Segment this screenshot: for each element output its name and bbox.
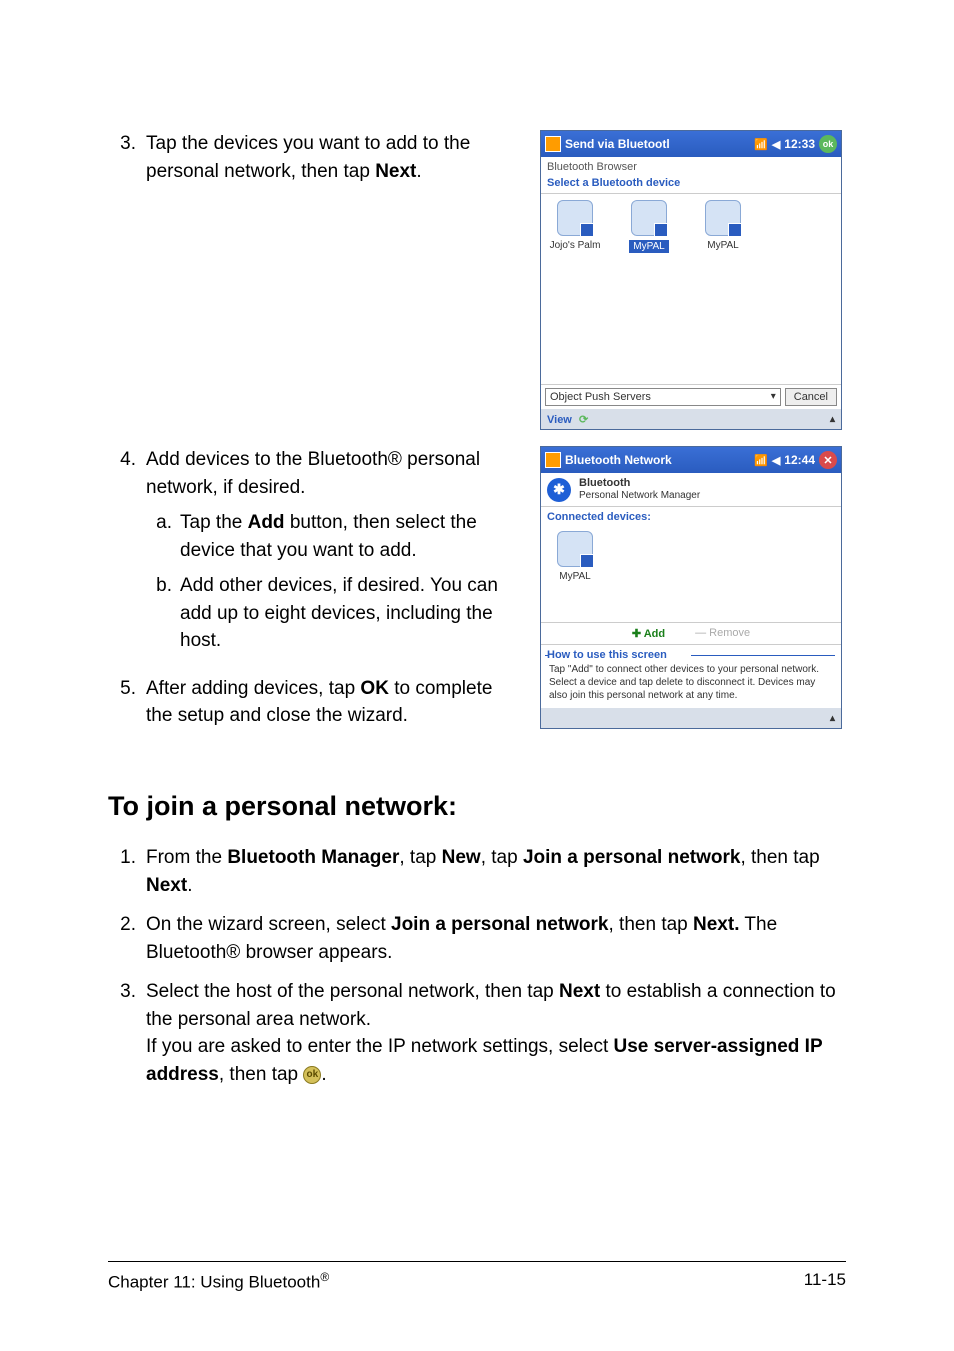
pda2-time: 12:44 — [784, 453, 815, 467]
join-1-num: 1. — [108, 844, 146, 899]
connected-devices-label: Connected devices: — [541, 507, 841, 527]
pda1-titlebar: Send via Bluetootl 📶 ◀ 12:33 ok — [541, 131, 841, 157]
j1-t4: , then tap — [740, 847, 819, 868]
pda2-titlebar: Bluetooth Network 📶 ◀ 12:44 ✕ — [541, 447, 841, 473]
step-4a-before: Tap the — [180, 512, 248, 533]
ok-icon: ok — [303, 1066, 321, 1084]
device-label: MyPAL — [707, 240, 739, 251]
signal-icon: 📶 — [754, 454, 768, 467]
footer-page-number: 11-15 — [804, 1270, 846, 1293]
speaker-icon: ◀ — [772, 454, 780, 467]
device-icon — [557, 531, 593, 567]
join-heading: To join a personal network: — [108, 791, 846, 822]
page-footer: Chapter 11: Using Bluetooth® 11-15 — [108, 1261, 846, 1293]
signal-icon: 📶 — [754, 138, 768, 151]
footer-reg: ® — [320, 1270, 329, 1284]
step-4b: b. Add other devices, if desired. You ca… — [146, 572, 516, 655]
step-4: 4. Add devices to the Bluetooth® persona… — [108, 446, 516, 663]
j3-t1: Select the host of the personal network,… — [146, 981, 559, 1002]
view-menu[interactable]: View — [547, 414, 572, 426]
device-icon — [631, 200, 667, 236]
j2-b1: Join a personal network — [391, 914, 609, 935]
step-5-num: 5. — [108, 675, 146, 730]
ok-button[interactable]: ok — [819, 135, 837, 153]
remove-button: Remove — [695, 627, 750, 640]
j1-t3: , tap — [481, 847, 523, 868]
j1-b2: New — [442, 847, 481, 868]
screenshot-personal-network-manager: Bluetooth Network 📶 ◀ 12:44 ✕ ✱ Bluetoot… — [540, 446, 842, 729]
join-step-2: 2. On the wizard screen, select Join a p… — [108, 911, 846, 966]
j2-t1: On the wizard screen, select — [146, 914, 391, 935]
j2-b2: Next. — [693, 914, 739, 935]
step-4b-num: b. — [146, 572, 180, 655]
step-3-num: 3. — [108, 130, 146, 185]
pda2-header-title: Bluetooth — [579, 477, 630, 489]
add-button[interactable]: Add — [632, 627, 665, 640]
pda2-header: ✱ Bluetooth Personal Network Manager — [541, 473, 841, 507]
pda2-title: Bluetooth Network — [565, 453, 750, 467]
j2-t2: , then tap — [609, 914, 694, 935]
refresh-icon[interactable]: ⟳ — [579, 414, 588, 426]
start-flag-icon — [545, 452, 561, 468]
step-4a-bold: Add — [248, 512, 285, 533]
device-label: MyPAL — [629, 240, 669, 253]
step-3-after: . — [416, 161, 421, 182]
pda2-header-sub: Personal Network Manager — [579, 490, 700, 501]
j1-t5: . — [187, 875, 192, 896]
device-mypal-2[interactable]: MyPAL — [695, 200, 751, 251]
step-5-bold: OK — [360, 678, 389, 699]
howto-heading: How to use this screen — [541, 645, 841, 661]
device-icon — [557, 200, 593, 236]
j1-t1: From the — [146, 847, 227, 868]
join-step-3: 3. Select the host of the personal netwo… — [108, 978, 846, 1088]
device-label: Jojo's Palm — [550, 240, 601, 251]
screenshot-bluetooth-browser: Send via Bluetootl 📶 ◀ 12:33 ok Bluetoot… — [540, 130, 842, 430]
speaker-icon: ◀ — [772, 138, 780, 151]
j1-b3: Join a personal network — [523, 847, 741, 868]
j1-t2: , tap — [399, 847, 441, 868]
step-5: 5. After adding devices, tap OK to compl… — [108, 675, 516, 730]
j3-l2-t1: If you are asked to enter the IP network… — [146, 1036, 614, 1057]
step-4b-text: Add other devices, if desired. You can a… — [180, 572, 516, 655]
pda1-title: Send via Bluetootl — [565, 137, 750, 151]
j1-b1: Bluetooth Manager — [227, 847, 399, 868]
device-mypal-selected[interactable]: MyPAL — [621, 200, 677, 253]
sip-arrow-icon[interactable]: ▴ — [830, 414, 835, 425]
j3-b1: Next — [559, 981, 600, 1002]
pda1-device-list: Jojo's Palm MyPAL MyPAL — [541, 194, 841, 384]
pda1-select-link[interactable]: Select a Bluetooth device — [541, 177, 841, 194]
step-4-num: 4. — [108, 446, 146, 663]
j3-l2-t2: , then tap — [219, 1064, 304, 1085]
start-flag-icon — [545, 136, 561, 152]
pda1-time: 12:33 — [784, 137, 815, 151]
bluetooth-icon: ✱ — [547, 478, 571, 502]
join-2-num: 2. — [108, 911, 146, 966]
join-step-1: 1. From the Bluetooth Manager, tap New, … — [108, 844, 846, 899]
step-3-bold: Next — [375, 161, 416, 182]
device-label: MyPAL — [559, 571, 591, 582]
device-icon — [705, 200, 741, 236]
cancel-button[interactable]: Cancel — [785, 388, 837, 406]
step-5-before: After adding devices, tap — [146, 678, 360, 699]
j1-b4: Next — [146, 875, 187, 896]
pda1-subhead: Bluetooth Browser — [541, 157, 841, 177]
connected-device-mypal[interactable]: MyPAL — [547, 531, 603, 582]
step-4-text: Add devices to the Bluetooth® personal n… — [146, 449, 480, 498]
howto-body: Tap "Add" to connect other devices to yo… — [541, 661, 841, 708]
device-jojos-palm[interactable]: Jojo's Palm — [547, 200, 603, 251]
join-3-num: 3. — [108, 978, 146, 1088]
step-3: 3. Tap the devices you want to add to th… — [108, 130, 516, 185]
sip-arrow-icon[interactable]: ▴ — [830, 713, 835, 724]
footer-chapter: Chapter 11: Using Bluetooth — [108, 1273, 320, 1292]
j3-l2-t3: . — [321, 1064, 326, 1085]
step-4a: a. Tap the Add button, then select the d… — [146, 509, 516, 564]
close-button[interactable]: ✕ — [819, 451, 837, 469]
connected-devices-area: MyPAL — [541, 527, 841, 623]
pda1-filter-dropdown[interactable]: Object Push Servers — [545, 388, 781, 406]
step-4a-num: a. — [146, 509, 180, 564]
